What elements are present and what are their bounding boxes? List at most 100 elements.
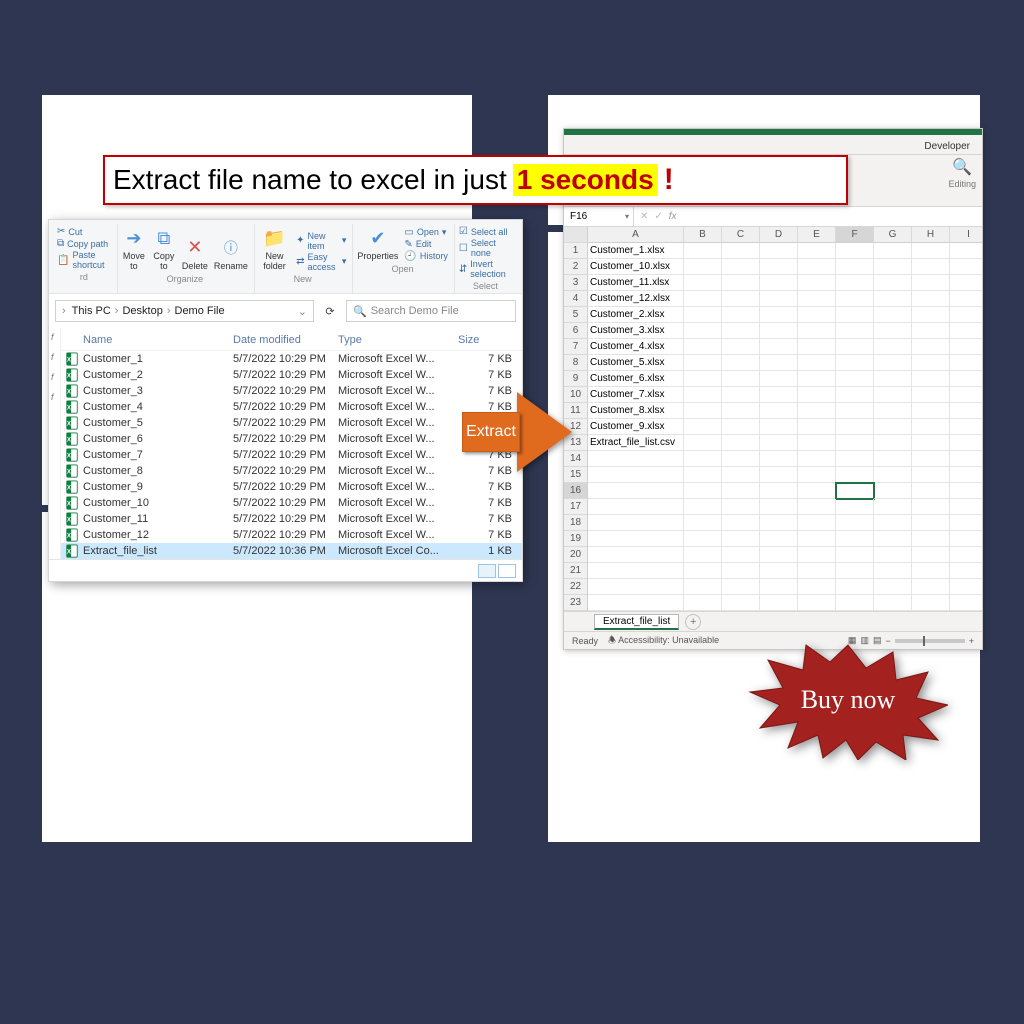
cancel-icon[interactable]: ✕ <box>640 211 648 222</box>
view-icons-button[interactable] <box>498 564 516 578</box>
cell[interactable] <box>836 595 874 611</box>
cell[interactable] <box>798 595 836 611</box>
cell[interactable] <box>874 515 912 531</box>
sheet-tab[interactable]: Extract_file_list <box>594 614 679 630</box>
cell[interactable] <box>912 499 950 515</box>
cell[interactable] <box>684 403 722 419</box>
cell[interactable] <box>950 323 982 339</box>
cell[interactable] <box>912 531 950 547</box>
cell[interactable] <box>912 595 950 611</box>
select-all-button[interactable]: ☑Select all <box>459 226 512 237</box>
cell[interactable] <box>760 499 798 515</box>
row-header[interactable]: 16 <box>564 483 587 499</box>
nav-pane[interactable]: ffff <box>49 328 61 559</box>
cell[interactable] <box>836 339 874 355</box>
cell[interactable] <box>912 579 950 595</box>
cell[interactable] <box>874 307 912 323</box>
cell[interactable] <box>874 323 912 339</box>
cell[interactable] <box>798 355 836 371</box>
chevron-down-icon[interactable]: ⌄ <box>298 305 307 318</box>
cell[interactable] <box>684 387 722 403</box>
cell[interactable] <box>722 515 760 531</box>
cell[interactable] <box>836 307 874 323</box>
cell[interactable] <box>760 515 798 531</box>
cell[interactable] <box>798 243 836 259</box>
cell[interactable] <box>950 355 982 371</box>
view-details-button[interactable] <box>478 564 496 578</box>
cell[interactable] <box>722 547 760 563</box>
cell[interactable] <box>836 275 874 291</box>
row-header[interactable]: 9 <box>564 371 587 387</box>
cell[interactable]: Customer_4.xlsx <box>588 339 684 355</box>
cell[interactable] <box>950 435 982 451</box>
file-row[interactable]: XCustomer_75/7/2022 10:29 PMMicrosoft Ex… <box>61 447 522 463</box>
new-folder-button[interactable]: 📁New folder <box>259 226 290 272</box>
cell[interactable] <box>874 371 912 387</box>
file-row[interactable]: XCustomer_35/7/2022 10:29 PMMicrosoft Ex… <box>61 383 522 399</box>
cell[interactable] <box>760 387 798 403</box>
cell[interactable] <box>588 595 684 611</box>
cell[interactable] <box>798 403 836 419</box>
cell[interactable] <box>950 307 982 323</box>
cell[interactable] <box>950 579 982 595</box>
col-date[interactable]: Date modified <box>233 334 338 346</box>
row-header[interactable]: 6 <box>564 323 587 339</box>
cell[interactable] <box>722 531 760 547</box>
cell[interactable] <box>912 259 950 275</box>
refresh-button[interactable]: ⟳ <box>320 305 340 318</box>
cell[interactable] <box>722 243 760 259</box>
easy-access-button[interactable]: ⇄Easy access ▾ <box>296 252 346 272</box>
cell[interactable]: Customer_3.xlsx <box>588 323 684 339</box>
cell[interactable] <box>874 435 912 451</box>
cell[interactable] <box>874 387 912 403</box>
fx-icon[interactable]: fx <box>669 211 677 222</box>
cell[interactable] <box>760 595 798 611</box>
cell[interactable] <box>684 595 722 611</box>
row-header[interactable]: 22 <box>564 579 587 595</box>
cell[interactable] <box>760 259 798 275</box>
cell[interactable] <box>798 339 836 355</box>
cell[interactable] <box>798 275 836 291</box>
row-header[interactable]: 3 <box>564 275 587 291</box>
properties-button[interactable]: ✔Properties <box>357 226 398 262</box>
breadcrumb[interactable]: This PC <box>72 305 111 317</box>
new-item-button[interactable]: ✦New item ▾ <box>296 231 346 251</box>
buy-now-starburst[interactable]: Buy now <box>748 640 948 760</box>
cell[interactable] <box>760 355 798 371</box>
cell[interactable] <box>722 419 760 435</box>
col-header[interactable]: A <box>588 227 684 243</box>
cell[interactable]: Customer_10.xlsx <box>588 259 684 275</box>
cell[interactable] <box>722 451 760 467</box>
cell[interactable] <box>912 387 950 403</box>
cell[interactable] <box>950 339 982 355</box>
cell[interactable] <box>798 451 836 467</box>
cell[interactable]: Customer_6.xlsx <box>588 371 684 387</box>
cell[interactable] <box>684 451 722 467</box>
row-header[interactable]: 23 <box>564 595 587 611</box>
cell[interactable] <box>836 371 874 387</box>
cut-button[interactable]: ✂Cut <box>57 226 111 237</box>
col-header[interactable]: I <box>950 227 982 243</box>
row-header[interactable]: 1 <box>564 243 587 259</box>
cell[interactable] <box>798 467 836 483</box>
cell[interactable] <box>684 499 722 515</box>
col-type[interactable]: Type <box>338 334 458 346</box>
file-list-header[interactable]: Name Date modified Type Size <box>61 328 522 351</box>
cell[interactable] <box>836 323 874 339</box>
invert-selection-button[interactable]: ⇵Invert selection <box>459 259 512 279</box>
cell[interactable] <box>760 531 798 547</box>
cell[interactable] <box>836 387 874 403</box>
cell[interactable] <box>950 291 982 307</box>
cell[interactable] <box>912 243 950 259</box>
cell[interactable] <box>836 243 874 259</box>
file-row[interactable]: XCustomer_15/7/2022 10:29 PMMicrosoft Ex… <box>61 351 522 367</box>
col-header[interactable]: F <box>836 227 874 243</box>
cell[interactable] <box>798 531 836 547</box>
find-icon[interactable]: 🔍 <box>952 157 972 177</box>
chevron-down-icon[interactable]: ▾ <box>625 212 629 221</box>
tab-developer[interactable]: Developer <box>918 139 976 154</box>
cell[interactable] <box>950 259 982 275</box>
cell[interactable] <box>798 499 836 515</box>
cell[interactable] <box>588 579 684 595</box>
cell[interactable] <box>684 419 722 435</box>
